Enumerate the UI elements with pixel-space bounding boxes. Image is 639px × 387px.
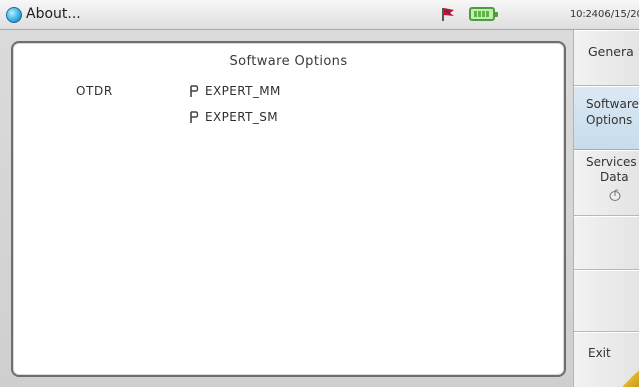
panel-heading: Software Options: [229, 54, 348, 69]
clock-label: 10:24: [570, 9, 598, 20]
option-label: EXPERT_MM: [205, 84, 281, 98]
status-flag-icon: [442, 8, 454, 21]
software-options-label-line2: Options: [586, 113, 633, 127]
services-label-line1: Services: [586, 155, 637, 169]
exit-button[interactable]: Exit: [574, 332, 639, 387]
exit-button-label: Exit: [588, 346, 611, 360]
services-data-button[interactable]: Services Data: [574, 150, 639, 216]
window-title: About...: [26, 6, 81, 22]
mouse-icon: [609, 189, 621, 201]
option-group-label: OTDR: [76, 84, 113, 98]
date-label: 06/15/201: [598, 9, 639, 20]
title-bar: About... 10:24 06/15/201: [0, 0, 639, 30]
side-menu-slot-empty: [574, 270, 639, 332]
software-options-panel: Software Options OTDR EXPERT_MM EXPERT_S…: [11, 41, 566, 377]
battery-icon: [469, 7, 498, 21]
side-menu: Genera Software Options Services Data Ex…: [573, 30, 639, 387]
app-icon: [6, 7, 22, 23]
option-checked-icon: [190, 111, 199, 123]
software-options-button[interactable]: Software Options: [574, 86, 639, 150]
about-screen: About... 10:24 06/15/201 Software Option…: [0, 0, 639, 387]
general-button-label: Genera: [588, 44, 634, 59]
exit-corner-icon: [622, 369, 639, 387]
option-checked-icon: [190, 85, 199, 97]
option-label: EXPERT_SM: [205, 110, 278, 124]
software-options-label-line1: Software: [586, 97, 639, 111]
general-button[interactable]: Genera: [574, 30, 639, 86]
side-menu-slot-empty: [574, 216, 639, 270]
services-label-line2: Data: [600, 170, 629, 184]
